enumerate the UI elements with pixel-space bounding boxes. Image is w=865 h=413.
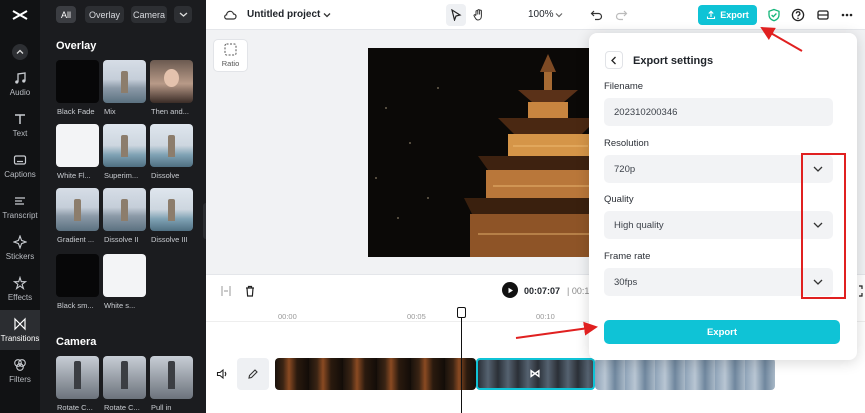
arrow-to-export-button (762, 28, 802, 51)
arrow-to-export-confirm (516, 327, 596, 338)
annotation-arrows (0, 0, 865, 413)
